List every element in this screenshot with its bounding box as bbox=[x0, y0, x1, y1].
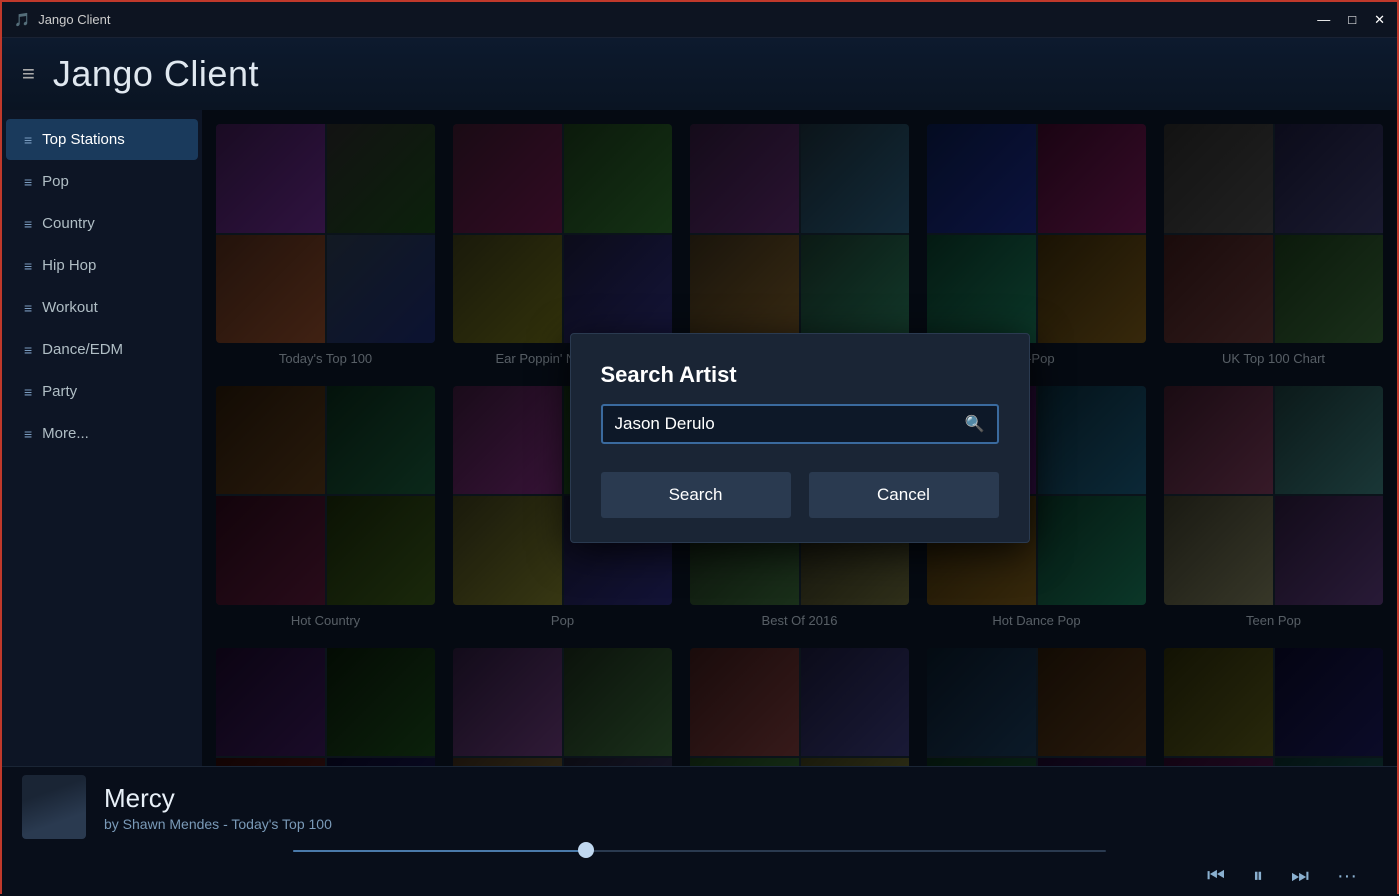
app-title: Jango Client bbox=[53, 53, 259, 95]
sidebar-label-pop: Pop bbox=[42, 173, 69, 190]
sidebar-item-party[interactable]: ≡ Party bbox=[6, 371, 198, 412]
sidebar-item-pop[interactable]: ≡ Pop bbox=[6, 161, 198, 202]
now-playing-info: Mercy by Shawn Mendes - Today's Top 100 bbox=[22, 775, 1377, 839]
main-layout: ≡ Top Stations ≡ Pop ≡ Country ≡ Hip Hop… bbox=[2, 110, 1397, 766]
modal-action-buttons: Search Cancel bbox=[601, 472, 999, 518]
album-thumbnail bbox=[22, 775, 86, 839]
titlebar-icon: 🎵 bbox=[14, 12, 30, 28]
modal-overlay: Search Artist 🔍 Search Cancel bbox=[202, 110, 1397, 766]
next-button[interactable]: ⏭ bbox=[1291, 865, 1309, 888]
modal-title: Search Artist bbox=[601, 362, 999, 388]
sidebar-label-more: More... bbox=[42, 425, 89, 442]
search-artist-modal: Search Artist 🔍 Search Cancel bbox=[570, 333, 1030, 543]
list-icon-pop: ≡ bbox=[24, 174, 32, 190]
titlebar-controls: — □ ✕ bbox=[1317, 12, 1385, 28]
pause-button[interactable]: ⏸ bbox=[1253, 865, 1263, 888]
cancel-button[interactable]: Cancel bbox=[809, 472, 999, 518]
hamburger-icon[interactable]: ≡ bbox=[22, 61, 35, 87]
list-icon-hip-hop: ≡ bbox=[24, 258, 32, 274]
sidebar-item-more[interactable]: ≡ More... bbox=[6, 413, 198, 454]
sidebar-item-workout[interactable]: ≡ Workout bbox=[6, 287, 198, 328]
titlebar-app-info: 🎵 Jango Client bbox=[14, 12, 110, 28]
more-button[interactable]: ··· bbox=[1337, 865, 1357, 888]
prev-button[interactable]: ⏮ bbox=[1207, 865, 1225, 888]
progress-bar[interactable] bbox=[293, 849, 1106, 853]
sidebar-item-top-stations[interactable]: ≡ Top Stations bbox=[6, 119, 198, 160]
album-art bbox=[22, 775, 86, 839]
list-icon-dance: ≡ bbox=[24, 342, 32, 358]
now-playing-bar: Mercy by Shawn Mendes - Today's Top 100 … bbox=[2, 766, 1397, 896]
titlebar-title: Jango Client bbox=[38, 12, 110, 27]
list-icon: ≡ bbox=[24, 132, 32, 148]
sidebar-label-dance: Dance/EDM bbox=[42, 341, 123, 358]
list-icon-more: ≡ bbox=[24, 426, 32, 442]
close-button[interactable]: ✕ bbox=[1374, 12, 1385, 28]
track-name: Mercy bbox=[104, 783, 332, 814]
progress-fill bbox=[293, 850, 586, 852]
list-icon-workout: ≡ bbox=[24, 300, 32, 316]
sidebar-label-country: Country bbox=[42, 215, 95, 232]
sidebar-item-country[interactable]: ≡ Country bbox=[6, 203, 198, 244]
progress-track bbox=[293, 850, 1106, 852]
search-magnifier-icon: 🔍 bbox=[965, 414, 985, 434]
sidebar-item-dance-edm[interactable]: ≡ Dance/EDM bbox=[6, 329, 198, 370]
sidebar: ≡ Top Stations ≡ Pop ≡ Country ≡ Hip Hop… bbox=[2, 110, 202, 766]
progress-thumb[interactable] bbox=[578, 842, 594, 858]
maximize-button[interactable]: □ bbox=[1348, 12, 1356, 28]
sidebar-item-hip-hop[interactable]: ≡ Hip Hop bbox=[6, 245, 198, 286]
content-area: Today's Top 100 Ear Poppin' New Music bbox=[202, 110, 1397, 766]
artist-search-input[interactable] bbox=[615, 414, 965, 434]
search-input-wrap[interactable]: 🔍 bbox=[601, 404, 999, 444]
sidebar-label-workout: Workout bbox=[42, 299, 98, 316]
list-icon-party: ≡ bbox=[24, 384, 32, 400]
sidebar-label-hip-hop: Hip Hop bbox=[42, 257, 96, 274]
titlebar: 🎵 Jango Client — □ ✕ bbox=[2, 2, 1397, 38]
track-info: Mercy by Shawn Mendes - Today's Top 100 bbox=[104, 783, 332, 832]
app-header: ≡ Jango Client bbox=[2, 38, 1397, 110]
search-button[interactable]: Search bbox=[601, 472, 791, 518]
player-controls: ⏮ ⏸ ⏭ ··· bbox=[22, 853, 1377, 888]
list-icon-country: ≡ bbox=[24, 216, 32, 232]
sidebar-label-party: Party bbox=[42, 383, 77, 400]
track-artist: by Shawn Mendes - Today's Top 100 bbox=[104, 816, 332, 832]
sidebar-label-top-stations: Top Stations bbox=[42, 131, 125, 148]
minimize-button[interactable]: — bbox=[1317, 12, 1330, 28]
